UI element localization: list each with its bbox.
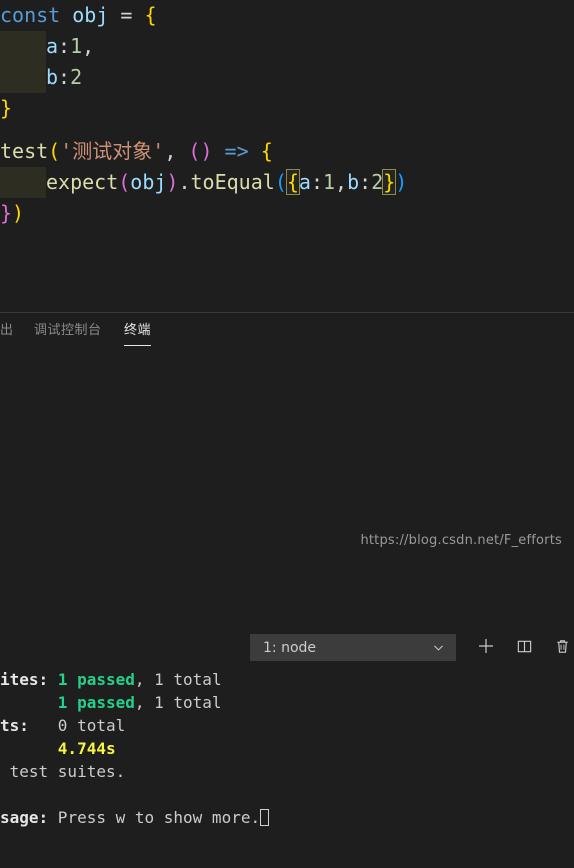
code-token: ( xyxy=(188,139,201,163)
code-token: ( xyxy=(48,139,61,163)
trash-icon xyxy=(554,638,571,659)
panel-tab-bar: 出调试控制台 终端 xyxy=(0,313,574,348)
terminal-selector-dropdown[interactable]: 1: node xyxy=(250,634,456,661)
code-token: a xyxy=(298,170,311,194)
terminal-text: sage: xyxy=(0,808,49,827)
terminal-text: ites: xyxy=(0,670,49,689)
code-token: { xyxy=(260,139,273,163)
code-token: test xyxy=(0,139,49,163)
code-token: ( xyxy=(118,170,131,194)
plus-icon xyxy=(477,637,495,659)
code-token: . xyxy=(178,170,191,194)
code-token: ) xyxy=(395,170,408,194)
code-token: } xyxy=(0,96,13,120)
terminal-text: , 1 total xyxy=(134,693,222,712)
code-token: a xyxy=(46,34,59,58)
indent-guide-block xyxy=(0,62,46,93)
code-token: = xyxy=(108,3,145,27)
code-token: 1 xyxy=(323,170,336,194)
code-line: } xyxy=(0,93,574,124)
code-token: { xyxy=(285,169,300,195)
terminal-line: 4.744s xyxy=(0,737,574,760)
code-token: 1 xyxy=(70,34,83,58)
code-token: b xyxy=(46,65,59,89)
terminal-text: 0 total xyxy=(28,716,126,735)
terminal-line: test suites. xyxy=(0,760,574,783)
terminal-line: 1 passed, 1 total xyxy=(0,691,574,714)
code-token: } xyxy=(0,201,13,225)
terminal-text: 1 passed xyxy=(57,670,135,689)
code-token: b xyxy=(347,170,360,194)
code-line: const obj = { xyxy=(0,0,574,31)
code-token: , xyxy=(164,139,189,163)
code-token: obj xyxy=(72,3,109,27)
code-line: }) xyxy=(0,198,574,229)
terminal-text: ts: xyxy=(0,716,29,735)
terminal-text: Press w to show more. xyxy=(48,808,261,827)
code-token: : xyxy=(310,170,323,194)
code-token: } xyxy=(382,169,397,195)
code-editor[interactable]: const obj = {a:1, b:2} test('测试对象', () => … xyxy=(0,0,574,312)
code-token: obj xyxy=(130,170,167,194)
indent-guide-block xyxy=(0,167,46,198)
code-token: toEqual xyxy=(190,170,275,194)
code-token: '测试对象' xyxy=(60,139,165,163)
terminal-text: 1 passed xyxy=(57,693,135,712)
code-token: , xyxy=(335,170,348,194)
code-token: ( xyxy=(274,170,287,194)
code-line: a:1, xyxy=(0,31,574,62)
code-line: b:2 xyxy=(0,62,574,93)
split-terminal-button[interactable] xyxy=(511,635,537,661)
code-token: 2 xyxy=(371,170,384,194)
code-token: , xyxy=(82,34,95,58)
terminal-cursor xyxy=(260,809,270,826)
terminal-text: test suites. xyxy=(0,762,126,781)
terminal-selector-value: 1: node xyxy=(263,639,317,656)
code-line: expect(obj).toEqual({a:1,b:2}) xyxy=(0,167,574,198)
panel-tab-2[interactable]: 终端 xyxy=(124,313,152,348)
code-token: ) xyxy=(166,170,179,194)
terminal-text: , 1 total xyxy=(134,670,222,689)
panel-tab-1[interactable]: 调试控制台 xyxy=(34,313,102,348)
terminal-line: ts: 0 total xyxy=(0,714,574,737)
panel-tab-0[interactable]: 出 xyxy=(0,313,14,348)
code-token: 2 xyxy=(70,65,83,89)
code-token: => xyxy=(224,139,249,163)
terminal-line: ites: 1 passed, 1 total xyxy=(0,668,574,691)
watermark-text: https://blog.csdn.net/F_efforts xyxy=(360,533,562,548)
terminal-output[interactable]: ites: 1 passed, 1 total 1 passed, 1 tota… xyxy=(0,668,574,868)
code-token: : xyxy=(359,170,372,194)
split-editor-icon xyxy=(516,638,533,659)
code-token: ) xyxy=(200,139,213,163)
code-token: ) xyxy=(12,201,25,225)
code-token: { xyxy=(144,3,157,27)
new-terminal-button[interactable] xyxy=(473,635,499,661)
code-token: const xyxy=(0,3,61,27)
chevron-down-icon xyxy=(432,641,456,654)
kill-terminal-button[interactable] xyxy=(549,635,574,661)
indent-guide-block xyxy=(0,31,46,62)
code-token: : xyxy=(58,65,71,89)
code-line: test('测试对象', () => { xyxy=(0,136,574,167)
code-token: : xyxy=(58,34,71,58)
terminal-line: sage: Press w to show more. xyxy=(0,806,574,829)
bottom-panel: 出调试控制台 终端 1: node ites: 1 passed, 1 tota… xyxy=(0,312,574,868)
terminal-text: 4.744s xyxy=(57,739,116,758)
code-token: expect xyxy=(46,170,119,194)
